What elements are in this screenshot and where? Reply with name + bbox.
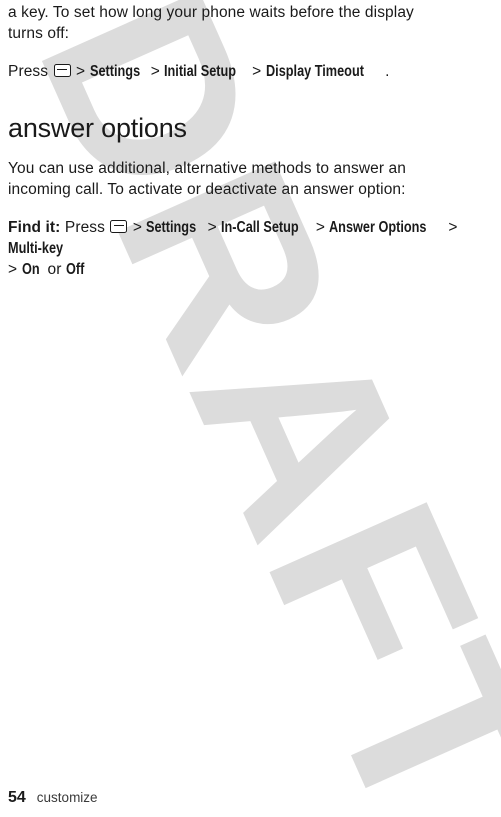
menu-item-off: Off: [65, 261, 85, 278]
intro-line-2: turns off:: [8, 25, 70, 42]
paragraph-intro: a key. To set how long your phone waits …: [8, 2, 493, 44]
path-separator-4: >: [448, 219, 458, 236]
path-separator-2: >: [207, 219, 217, 236]
path-separator-3: >: [252, 63, 262, 80]
paragraph-press-path: Press > Settings > Initial Setup > Display…: [8, 61, 493, 82]
menu-key-icon: [110, 220, 128, 233]
period: .: [385, 63, 390, 80]
page-number: 54: [8, 789, 26, 806]
page-content: a key. To set how long your phone waits …: [0, 2, 501, 280]
menu-item-settings: Settings: [89, 63, 140, 80]
document-page: DRAFT a key. To set how long your phone …: [0, 0, 501, 817]
path-separator-3: >: [315, 219, 326, 236]
section-intro-text: You can use additional, alternative meth…: [8, 158, 493, 200]
menu-item-initial-setup: Initial Setup: [164, 63, 237, 80]
section-title: answer options: [8, 113, 187, 143]
menu-item-settings: Settings: [146, 219, 197, 236]
paragraph-section-intro: You can use additional, alternative meth…: [8, 158, 493, 200]
menu-item-in-call-setup: In-Call Setup: [221, 219, 299, 236]
press-label: Press: [8, 63, 49, 80]
menu-key-icon: [53, 64, 71, 77]
path-separator: >: [132, 219, 142, 236]
section-intro-line-1: You can use additional, alternative meth…: [8, 160, 406, 177]
footer-chapter-label: customize: [36, 790, 98, 805]
path-separator-5: >: [8, 261, 18, 278]
menu-item-on: On: [21, 261, 40, 278]
find-it-label: Find it:: [8, 219, 61, 236]
section-intro-line-2: incoming call. To activate or deactivate…: [8, 181, 406, 198]
press-path-text: Press > Settings > Initial Setup > Display…: [8, 61, 493, 82]
menu-item-answer-options: Answer Options: [329, 219, 427, 236]
page-footer: 54 customize: [8, 789, 98, 807]
conjunction-or: or: [47, 261, 62, 278]
path-separator: >: [75, 63, 86, 80]
path-separator-2: >: [150, 63, 160, 80]
paragraph-find-it: Find it: Press > Settings > In-Call Setup…: [8, 217, 493, 280]
find-it-text: Find it: Press > Settings > In-Call Setup…: [8, 217, 493, 280]
press-label-2: Press: [64, 219, 105, 236]
intro-line-1: a key. To set how long your phone waits …: [8, 4, 414, 21]
menu-item-display-timeout: Display Timeout: [265, 63, 364, 80]
intro-text: a key. To set how long your phone waits …: [8, 2, 493, 44]
menu-item-multi-key: Multi-key: [8, 240, 64, 257]
